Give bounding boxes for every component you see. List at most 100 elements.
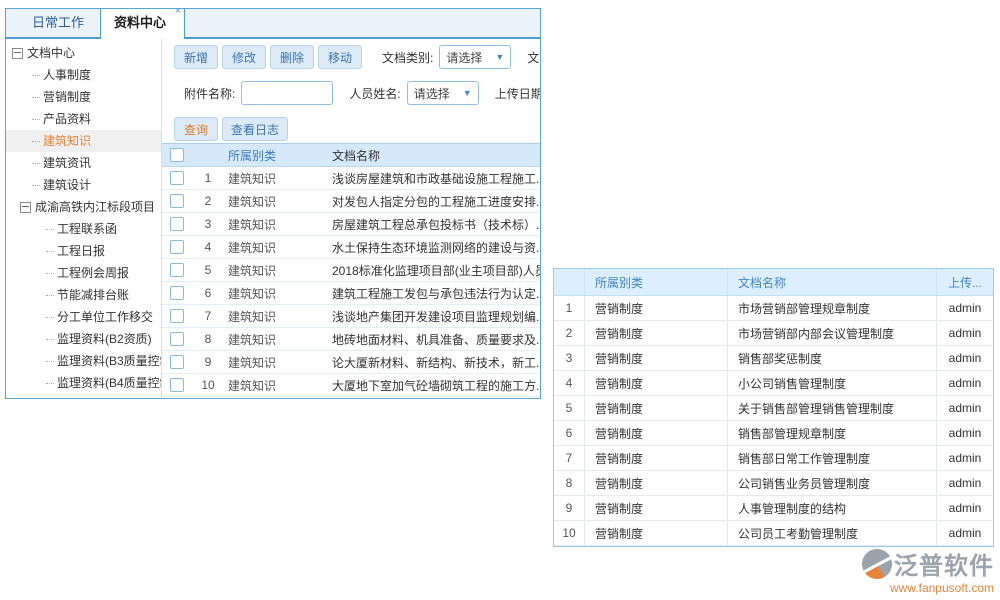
tree-item[interactable]: 文档中心 — [6, 42, 161, 64]
tree-item[interactable]: 监理资料(B3质量控制) — [6, 350, 161, 372]
collapse-minus-icon[interactable] — [20, 202, 31, 213]
doc-category-select[interactable]: 请选择 ▼ — [439, 45, 511, 69]
table-row[interactable]: 4 建筑知识 水土保持生态环境监测网络的建设与资... — [162, 236, 540, 259]
table-row[interactable]: 8 建筑知识 地砖地面材料、机具准备、质量要求及... — [162, 328, 540, 351]
row-doc-name[interactable]: 地砖地面材料、机具准备、质量要求及... — [332, 331, 540, 348]
table-row[interactable]: 2 营销制度 市场营销部内部会议管理制度 admin — [554, 321, 993, 346]
tab-data-center[interactable]: 资料中心 × — [100, 8, 185, 39]
tree-item[interactable]: 建筑设计 — [6, 174, 161, 196]
table-row[interactable]: 5 营销制度 关于销售部管理销售管理制度 admin — [554, 396, 993, 421]
table-row[interactable]: 4 营销制度 小公司销售管理制度 admin — [554, 371, 993, 396]
row-doc-name[interactable]: 2018标准化监理项目部(业主项目部)人员... — [332, 262, 540, 279]
table-row[interactable]: 10 建筑知识 大厦地下室加气砼墙砌筑工程的施工方... — [162, 374, 540, 397]
row-doc-name[interactable]: 浅谈房屋建筑和市政基础设施工程施工... — [332, 170, 540, 187]
row-category: 营销制度 — [585, 296, 728, 320]
tree-item[interactable]: 建筑知识 — [6, 130, 161, 152]
row-doc-name[interactable]: 浅谈地产集团开发建设项目监理规划编... — [332, 308, 540, 325]
table-row[interactable]: 9 建筑知识 论大厦新材料、新结构、新技术，新工... — [162, 351, 540, 374]
row-number: 3 — [554, 346, 585, 370]
tree-connector — [46, 361, 54, 362]
table-row[interactable]: 3 建筑知识 房屋建筑工程总承包投标书（技术标）... — [162, 213, 540, 236]
row-checkbox[interactable] — [170, 194, 184, 208]
table-row[interactable]: 5 建筑知识 2018标准化监理项目部(业主项目部)人员... — [162, 259, 540, 282]
query-button[interactable]: 查询 — [174, 117, 218, 141]
tree-item[interactable]: 分工单位工作移交 — [6, 306, 161, 328]
collapse-minus-icon[interactable] — [12, 48, 23, 59]
row-checkbox[interactable] — [170, 217, 184, 231]
row-uploader: admin — [937, 471, 993, 495]
tree-item[interactable]: 产品资料 — [6, 108, 161, 130]
tree-connector — [32, 185, 40, 186]
brand-logo: 泛普软件 www.fanpusoft.com — [840, 546, 994, 595]
tab-close-icon[interactable]: × — [175, 8, 181, 17]
row-checkbox[interactable] — [170, 309, 184, 323]
tree-item[interactable]: 成渝高铁内江标段项目 — [6, 196, 161, 218]
row-checkbox[interactable] — [170, 332, 184, 346]
table-row[interactable]: 6 营销制度 销售部管理规章制度 admin — [554, 421, 993, 446]
brand-name: 泛普软件 — [894, 546, 994, 581]
tree-item[interactable]: 建筑资讯 — [6, 152, 161, 174]
row-checkbox[interactable] — [170, 240, 184, 254]
tree-item[interactable]: 营销制度 — [6, 86, 161, 108]
row-doc-name[interactable]: 公司员工考勤管理制度 — [728, 521, 937, 545]
row-doc-name[interactable]: 公司销售业务员管理制度 — [728, 471, 937, 495]
tree-item[interactable]: 工程日报 — [6, 240, 161, 262]
tree-connector — [32, 141, 40, 142]
edit-button[interactable]: 修改 — [222, 45, 266, 69]
tree-item-label: 人事制度 — [43, 64, 91, 86]
move-button[interactable]: 移动 — [318, 45, 362, 69]
row-uploader: admin — [937, 421, 993, 445]
row-doc-name[interactable]: 建筑工程施工发包与承包违法行为认定... — [332, 285, 540, 302]
table-row[interactable]: 6 建筑知识 建筑工程施工发包与承包违法行为认定... — [162, 282, 540, 305]
fanpu-logo-icon — [862, 549, 892, 579]
table-row[interactable]: 2 建筑知识 对发包人指定分包的工程施工进度安排... — [162, 190, 540, 213]
table-row[interactable]: 3 营销制度 销售部奖惩制度 admin — [554, 346, 993, 371]
table-row[interactable]: 9 营销制度 人事管理制度的结构 admin — [554, 496, 993, 521]
table-row[interactable]: 1 营销制度 市场营销部管理规章制度 admin — [554, 296, 993, 321]
row-checkbox[interactable] — [170, 378, 184, 392]
row-checkbox[interactable] — [170, 286, 184, 300]
row-doc-name[interactable]: 对发包人指定分包的工程施工进度安排... — [332, 193, 540, 210]
tree-item[interactable]: 工程联系函 — [6, 218, 161, 240]
tree-item[interactable]: 监理资料(B2资质) — [6, 328, 161, 350]
row-doc-name[interactable]: 房屋建筑工程总承包投标书（技术标）... — [332, 216, 540, 233]
table-row[interactable]: 10 营销制度 公司员工考勤管理制度 admin — [554, 521, 993, 546]
tree-item[interactable]: 监理资料(B4质量控制) — [6, 372, 161, 394]
view-log-button[interactable]: 查看日志 — [222, 117, 288, 141]
table-row[interactable]: 7 营销制度 销售部日常工作管理制度 admin — [554, 446, 993, 471]
person-name-value: 请选择 — [414, 85, 450, 102]
tree-connector — [46, 383, 54, 384]
row-checkbox[interactable] — [170, 263, 184, 277]
tree-item[interactable]: 工程质量控制(地下室) — [6, 394, 161, 398]
row-doc-name[interactable]: 大厦地下室加气砼墙砌筑工程的施工方... — [332, 377, 540, 394]
row-category: 建筑知识 — [224, 354, 332, 371]
row-doc-name[interactable]: 人事管理制度的结构 — [728, 496, 937, 520]
tree-item[interactable]: 工程例会周报 — [6, 262, 161, 284]
row-checkbox[interactable] — [170, 171, 184, 185]
add-button[interactable]: 新增 — [174, 45, 218, 69]
row-doc-name[interactable]: 销售部日常工作管理制度 — [728, 446, 937, 470]
row-doc-name[interactable]: 小公司销售管理制度 — [728, 371, 937, 395]
row-number: 5 — [554, 396, 585, 420]
row-checkbox[interactable] — [170, 355, 184, 369]
row-doc-name[interactable]: 销售部奖惩制度 — [728, 346, 937, 370]
table-row[interactable]: 1 建筑知识 浅谈房屋建筑和市政基础设施工程施工... — [162, 167, 540, 190]
row-doc-name[interactable]: 水土保持生态环境监测网络的建设与资... — [332, 239, 540, 256]
select-all-checkbox[interactable] — [170, 148, 184, 162]
tree-item[interactable]: 人事制度 — [6, 64, 161, 86]
tab-daily-work[interactable]: 日常工作 — [16, 8, 100, 37]
row-doc-name[interactable]: 论大厦新材料、新结构、新技术，新工... — [332, 354, 540, 371]
documents-table-header: 所属别类 文档名称 — [162, 144, 540, 167]
row-doc-name[interactable]: 关于销售部管理销售管理制度 — [728, 396, 937, 420]
table-row[interactable]: 8 营销制度 公司销售业务员管理制度 admin — [554, 471, 993, 496]
table-row[interactable]: 7 建筑知识 浅谈地产集团开发建设项目监理规划编... — [162, 305, 540, 328]
delete-button[interactable]: 删除 — [270, 45, 314, 69]
uploader-header: 上传... — [937, 269, 993, 295]
row-doc-name[interactable]: 销售部管理规章制度 — [728, 421, 937, 445]
tree-connector — [46, 339, 54, 340]
person-name-select[interactable]: 请选择 ▼ — [407, 81, 479, 105]
tree-item[interactable]: 节能减排台账 — [6, 284, 161, 306]
row-doc-name[interactable]: 市场营销部管理规章制度 — [728, 296, 937, 320]
row-doc-name[interactable]: 市场营销部内部会议管理制度 — [728, 321, 937, 345]
attachment-name-input[interactable] — [241, 81, 333, 105]
